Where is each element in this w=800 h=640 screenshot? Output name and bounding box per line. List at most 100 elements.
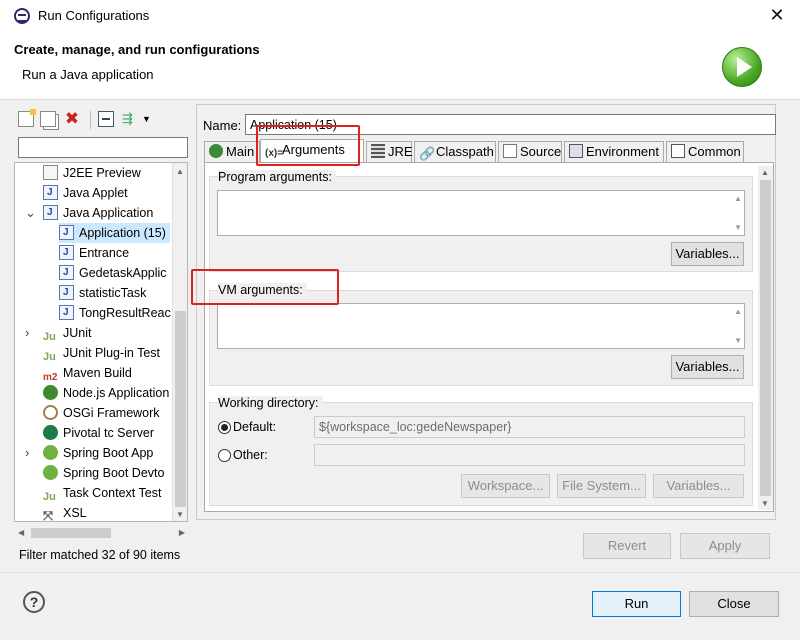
tree-item[interactable]: ⌄ Java Application bbox=[25, 203, 157, 223]
other-radio-label: Other: bbox=[233, 448, 268, 462]
config-toolbar: ✖ ⇶ ▼ bbox=[14, 108, 194, 132]
tree-item[interactable]: ⤧ XSL bbox=[43, 503, 91, 521]
tree-item-label: GedetaskApplic bbox=[79, 266, 167, 280]
revert-button[interactable]: Revert bbox=[583, 533, 671, 559]
tree-item[interactable]: J2EE Preview bbox=[43, 163, 145, 183]
tree-item[interactable]: Java Applet bbox=[43, 183, 132, 203]
tab-classpath[interactable]: 🔗Classpath bbox=[414, 141, 496, 163]
filter-input-box[interactable] bbox=[18, 137, 188, 158]
scroll-down-icon[interactable]: ▼ bbox=[734, 223, 742, 232]
tree-item[interactable]: Pivotal tc Server bbox=[43, 423, 158, 443]
vm-variables-button[interactable]: Variables... bbox=[671, 355, 744, 379]
tab-label: Main bbox=[226, 144, 255, 159]
tree-horizontal-thumb[interactable] bbox=[31, 528, 111, 538]
cp-icon: 🔗 bbox=[419, 146, 436, 161]
tree-item[interactable]: Node.js Application bbox=[43, 383, 173, 403]
tab-jre[interactable]: JRE bbox=[366, 141, 413, 163]
chevron-down-icon[interactable]: ⌄ bbox=[25, 203, 36, 223]
chevron-right-icon[interactable]: › bbox=[25, 443, 29, 463]
close-button[interactable]: Close bbox=[689, 591, 779, 617]
tree-item-label: Java Application bbox=[63, 206, 154, 220]
program-arguments-textarea[interactable]: ▲ ▼ bbox=[217, 190, 745, 236]
scroll-down-icon[interactable]: ▼ bbox=[734, 336, 742, 345]
vm-arguments-textarea[interactable]: ▲ ▼ bbox=[217, 303, 745, 349]
common-icon bbox=[671, 144, 685, 158]
apply-button[interactable]: Apply bbox=[680, 533, 770, 559]
file-system-button[interactable]: File System... bbox=[557, 474, 646, 498]
tree-item[interactable]: GedetaskApplic bbox=[59, 263, 171, 283]
tree-item-label: Pivotal tc Server bbox=[63, 426, 155, 440]
chevron-right-icon[interactable]: › bbox=[25, 323, 29, 343]
collapse-all-icon[interactable] bbox=[98, 111, 114, 127]
run-icon bbox=[722, 47, 762, 87]
tree-item-label: Maven Build bbox=[63, 366, 132, 380]
config-tree[interactable]: J2EE Preview Java Applet ⌄ Java Application… bbox=[14, 162, 188, 522]
program-variables-button[interactable]: Variables... bbox=[671, 242, 744, 266]
tab-main[interactable]: Main bbox=[204, 141, 260, 163]
pivotal-icon bbox=[43, 425, 58, 440]
tree-item[interactable]: Entrance bbox=[59, 243, 133, 263]
tree-item[interactable]: Ju JUnit Plug-in Test bbox=[43, 343, 164, 363]
j-icon bbox=[59, 283, 74, 303]
workspace-button[interactable]: Workspace... bbox=[461, 474, 550, 498]
other-directory-field[interactable] bbox=[314, 444, 745, 466]
tree-horizontal-scrollbar[interactable]: ◀ ▶ bbox=[15, 525, 188, 541]
src-icon bbox=[503, 144, 517, 158]
scroll-left-icon[interactable]: ◀ bbox=[18, 528, 24, 537]
tree-item[interactable]: statisticTask bbox=[59, 283, 150, 303]
content-vertical-thumb[interactable] bbox=[760, 180, 771, 496]
tree-item[interactable]: › Ju JUnit bbox=[25, 323, 95, 343]
tree-item-label: XSL bbox=[63, 506, 87, 520]
chevron-down-icon[interactable]: ▼ bbox=[142, 111, 158, 127]
scroll-up-icon[interactable]: ▲ bbox=[734, 307, 742, 316]
working-variables-button[interactable]: Variables... bbox=[653, 474, 744, 498]
scroll-right-icon[interactable]: ▶ bbox=[179, 528, 185, 537]
filter-input[interactable] bbox=[19, 138, 187, 157]
tab-label: Environment bbox=[586, 144, 659, 159]
tree-item[interactable]: m2 Maven Build bbox=[43, 363, 136, 383]
filter-icon[interactable]: ⇶ bbox=[122, 111, 138, 127]
tree-item-label: JUnit bbox=[63, 326, 92, 340]
scroll-up-icon[interactable]: ▲ bbox=[176, 167, 184, 176]
footer-separator bbox=[0, 572, 800, 573]
tree-item-label: statisticTask bbox=[79, 286, 147, 300]
toolbar-separator bbox=[90, 111, 91, 129]
vm-arguments-highlight bbox=[191, 269, 339, 305]
delete-config-icon[interactable]: ✖ bbox=[64, 110, 80, 127]
scroll-up-icon[interactable]: ▲ bbox=[761, 168, 769, 177]
tree-item-label: Entrance bbox=[79, 246, 130, 260]
tree-item[interactable]: Application (15) bbox=[59, 223, 170, 243]
default-radio[interactable] bbox=[218, 421, 231, 434]
tab-environment[interactable]: Environment bbox=[564, 141, 664, 163]
tree-item[interactable]: OSGi Framework bbox=[43, 403, 164, 423]
tree-item[interactable]: TongResultReac bbox=[59, 303, 175, 323]
duplicate-config-icon[interactable] bbox=[40, 111, 56, 127]
scroll-down-icon[interactable]: ▼ bbox=[761, 499, 769, 508]
env-icon bbox=[569, 144, 583, 158]
tab-source[interactable]: Source bbox=[498, 141, 562, 163]
tree-vertical-thumb[interactable] bbox=[175, 311, 186, 507]
jre-icon bbox=[371, 144, 385, 158]
run-button[interactable]: Run bbox=[592, 591, 681, 617]
new-config-icon[interactable] bbox=[18, 109, 36, 127]
j-icon bbox=[43, 183, 58, 203]
scroll-down-icon[interactable]: ▼ bbox=[176, 510, 184, 519]
program-arguments-label: Program arguments: bbox=[218, 170, 336, 184]
tab-label: Classpath bbox=[436, 144, 494, 159]
title-bar: Run Configurations ✕ bbox=[0, 0, 800, 32]
help-icon[interactable]: ? bbox=[23, 591, 45, 613]
scroll-up-icon[interactable]: ▲ bbox=[734, 194, 742, 203]
content-vertical-scrollbar[interactable]: ▲ ▼ bbox=[758, 166, 773, 510]
tree-item-label: Node.js Application bbox=[63, 386, 170, 400]
tree-item-label: TongResultReac bbox=[79, 306, 171, 320]
tree-item[interactable]: › Spring Boot App bbox=[25, 443, 157, 463]
tree-vertical-scrollbar[interactable]: ▲ ▼ bbox=[172, 163, 187, 521]
tree-item[interactable]: Spring Boot Devto bbox=[43, 463, 168, 483]
window-close-button[interactable]: ✕ bbox=[754, 0, 800, 30]
j-icon bbox=[59, 263, 74, 283]
tree-item[interactable]: Ju Task Context Test bbox=[43, 483, 165, 503]
header-title: Create, manage, and run configurations bbox=[14, 42, 260, 57]
tab-common[interactable]: Common bbox=[666, 141, 744, 163]
osgi-icon bbox=[43, 405, 58, 420]
other-radio[interactable] bbox=[218, 449, 231, 462]
